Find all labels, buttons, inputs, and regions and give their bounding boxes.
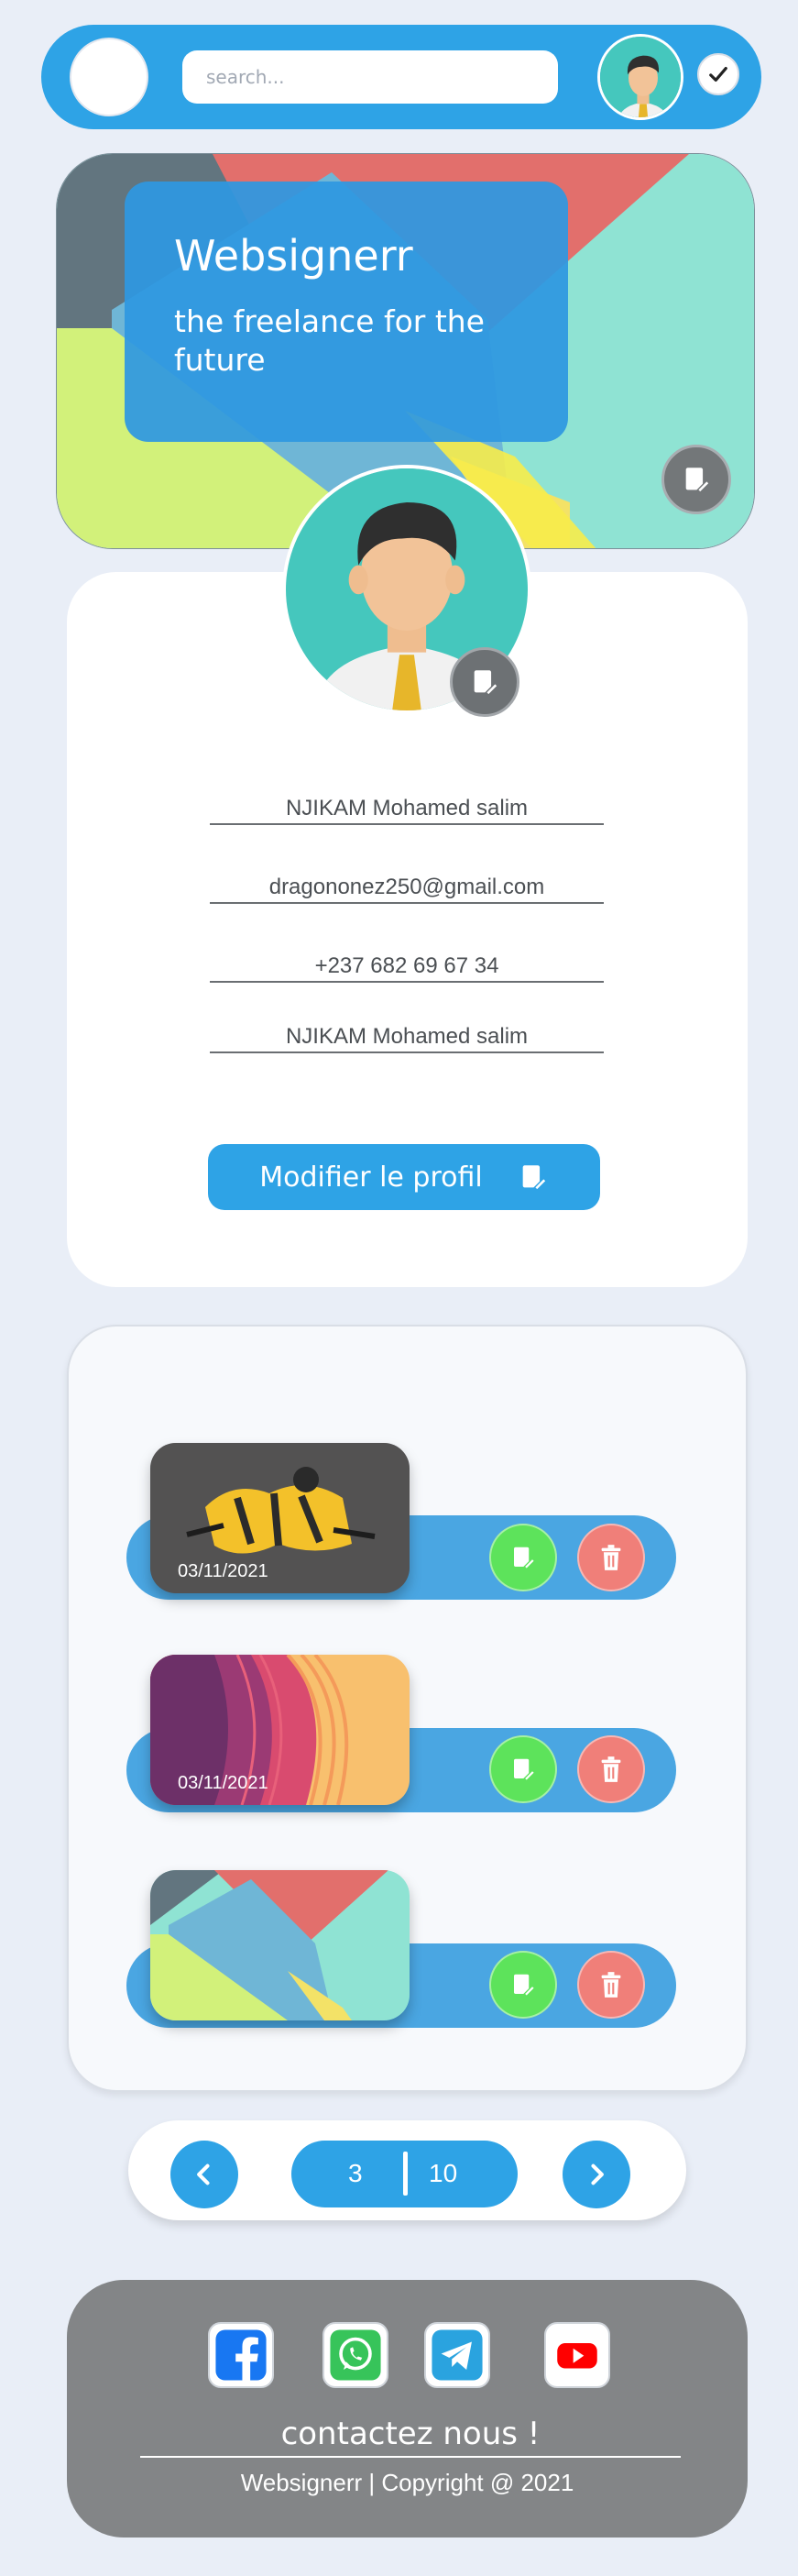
user-avatar[interactable] — [597, 34, 683, 120]
edit-avatar-button[interactable] — [450, 647, 519, 717]
banner-text-card: Websignerr the freelance for the future — [125, 182, 568, 442]
contact-link[interactable]: contactez nous ! — [140, 2416, 681, 2458]
whatsapp-link[interactable] — [322, 2322, 388, 2388]
top-bar — [41, 25, 761, 129]
previous-page-button[interactable] — [170, 2141, 238, 2208]
current-page: 3 — [348, 2159, 363, 2187]
edit-icon — [514, 1758, 536, 1782]
page-separator — [403, 2152, 408, 2196]
user-avatar-icon — [600, 37, 681, 117]
edit-banner-button[interactable] — [661, 445, 731, 514]
phone-field[interactable]: +237 682 69 67 34 — [210, 953, 604, 983]
whatsapp-icon — [330, 2329, 381, 2381]
material-image — [150, 1870, 410, 2020]
modify-profile-label: Modifier le profil — [259, 1161, 483, 1194]
delete-project-button[interactable] — [577, 1524, 645, 1591]
edit-icon — [514, 1547, 536, 1570]
modify-profile-button[interactable]: Modifier le profil — [208, 1144, 600, 1210]
email-field[interactable]: dragononez250@gmail.com — [210, 875, 604, 904]
banner-title: Websignerr — [174, 231, 413, 281]
chevron-right-icon — [591, 2163, 604, 2185]
checkmark-icon — [709, 66, 727, 83]
edit-project-button[interactable] — [489, 1524, 557, 1591]
total-pages: 10 — [429, 2159, 458, 2187]
copyright-text: Websignerr | Copyright @ 2021 — [240, 2469, 574, 2496]
profile-card: NJIKAM Mohamed salim dragononez250@gmail… — [67, 465, 748, 1287]
delete-project-button[interactable] — [577, 1735, 645, 1803]
chevron-left-icon — [197, 2163, 210, 2185]
trash-icon — [601, 1545, 621, 1570]
project-thumbnail[interactable]: 03/11/2021 — [150, 1655, 410, 1805]
next-page-button[interactable] — [563, 2141, 630, 2208]
project-thumbnail[interactable] — [150, 1870, 410, 2020]
edit-icon — [514, 1974, 536, 1998]
project-date: 03/11/2021 — [178, 1561, 268, 1581]
trash-icon — [601, 1756, 621, 1782]
project-thumbnail[interactable]: 03/11/2021 — [150, 1443, 410, 1593]
pagination: 3 10 — [128, 2120, 686, 2220]
footer: contactez nous ! Websignerr | Copyright … — [67, 2280, 748, 2537]
name-field[interactable]: NJIKAM Mohamed salim — [210, 796, 604, 825]
search-input[interactable] — [182, 50, 558, 104]
youtube-link[interactable] — [544, 2322, 610, 2388]
facebook-icon — [215, 2329, 267, 2382]
trash-icon — [601, 1972, 621, 1998]
secondary-name-field[interactable]: NJIKAM Mohamed salim — [210, 1024, 604, 1053]
confirm-button[interactable] — [697, 53, 739, 95]
edit-project-button[interactable] — [489, 1951, 557, 2019]
youtube-icon — [552, 2329, 603, 2381]
edit-project-button[interactable] — [489, 1735, 557, 1803]
projects-list: 03/11/2021 03/11/2021 — [67, 1325, 748, 2092]
telegram-icon — [432, 2329, 483, 2381]
telegram-link[interactable] — [424, 2322, 490, 2388]
delete-project-button[interactable] — [577, 1951, 645, 2019]
edit-icon — [522, 1165, 547, 1192]
edit-icon — [685, 468, 711, 494]
facebook-link[interactable] — [208, 2322, 274, 2388]
project-date: 03/11/2021 — [178, 1773, 268, 1793]
banner-subtitle: the freelance for the future — [174, 303, 485, 378]
logo[interactable] — [70, 38, 148, 116]
edit-icon — [474, 670, 499, 697]
page-indicator: 3 10 — [291, 2141, 518, 2207]
